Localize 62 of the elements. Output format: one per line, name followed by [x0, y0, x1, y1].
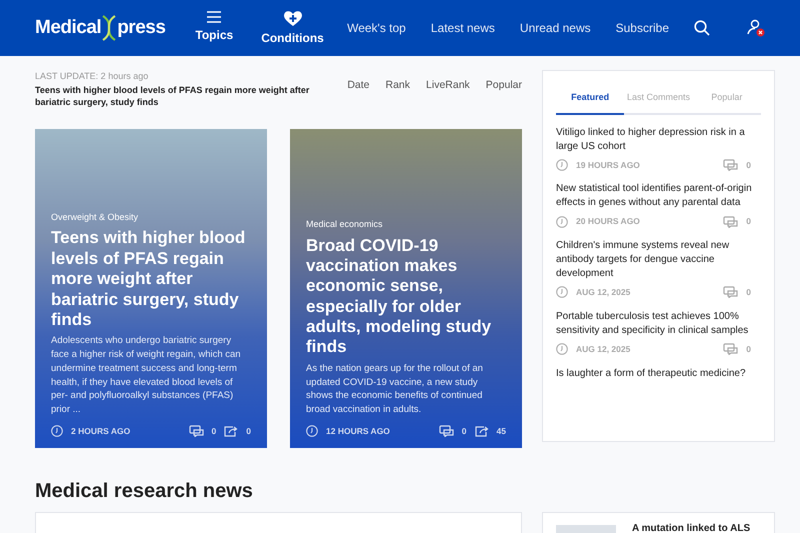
sort-link[interactable]: Rank [386, 78, 410, 109]
comments-icon [723, 343, 738, 356]
comments-icon [723, 286, 738, 298]
last-update-label: LAST UPDATE: 2 hours ago [35, 70, 150, 83]
article-summary: As the nation gears up for the rollout of an updated COVID-19 vaccine, a new study shows the economic benefits of continued broad vaccination in adults. [306, 362, 484, 417]
comments-icon [438, 425, 454, 438]
sort-link[interactable]: LiveRank [426, 78, 470, 109]
category-label: Overweight & Obesity [51, 210, 140, 224]
story-link[interactable]: Is laughter a form of therapeutic medicine? [556, 366, 761, 380]
article-card[interactable] [35, 128, 267, 448]
story-link[interactable]: Portable tuberculosis test achieves 100% sensitivity and specificity in clinical samples [556, 310, 761, 338]
nav-link[interactable]: Subscribe [616, 19, 669, 37]
clock-icon [51, 425, 63, 438]
time-label: 12 HOURS AGO [326, 424, 390, 438]
comment-count: 0 [746, 158, 751, 172]
story-link[interactable]: A mutation linked to ALS [632, 520, 750, 533]
clock-icon [306, 425, 318, 438]
time-label: 20 HOURS AGO [576, 215, 640, 228]
comment-count: 0 [746, 215, 751, 228]
comment-count: 0 [746, 286, 751, 299]
sort-link[interactable]: Date [347, 78, 370, 109]
story-link[interactable]: Children's immune systems reveal new antibody targets for dengue vaccine development [556, 239, 761, 281]
comment-count: 0 [746, 342, 751, 356]
sort-link[interactable]: Popular [486, 78, 522, 109]
share-icon [224, 425, 238, 438]
conditions-button[interactable]: Conditions [261, 10, 324, 46]
clock-icon [556, 286, 568, 298]
search-icon [694, 20, 710, 36]
share-icon [474, 425, 489, 438]
sidebar-tab[interactable]: Featured [556, 85, 624, 114]
story-link[interactable]: Vitiligo linked to higher depression risk in a large US cohort [556, 126, 761, 154]
logo[interactable]: Medical press [35, 14, 166, 42]
section-heading: Medical research news [35, 478, 254, 504]
nav-link[interactable]: Unread news [520, 19, 591, 37]
dna-icon [101, 15, 118, 41]
category-label: Medical economics [306, 218, 384, 232]
nav-link[interactable]: Week's top [347, 19, 406, 37]
topics-button[interactable]: Topics [195, 10, 234, 46]
article-summary: Adolescents who undergo bariatric surgery face a higher risk of weight regain, which can undermine treatment success and long-term health, if they have elevated blood levels of per- and polyfluoroalkyl substances (PFAS) prior ... [51, 334, 242, 417]
clock-icon [556, 158, 568, 171]
article-card[interactable] [290, 128, 522, 448]
comment-count: 0 [462, 424, 467, 438]
time-label: 19 HOURS AGO [576, 158, 640, 172]
menu-icon [206, 10, 222, 24]
article-title: Broad COVID-19 vaccination makes economic sense, especially for older adults, modeling study finds [306, 236, 492, 358]
time-label: 2 HOURS AGO [71, 424, 130, 438]
comment-count: 0 [212, 424, 216, 438]
nav-link[interactable]: Latest news [430, 19, 495, 37]
comments-icon [723, 216, 738, 228]
story-link[interactable]: New statistical tool identifies parent-of-origin effects in genes without any parental data [556, 182, 761, 210]
time-label: AUG 12, 2025 [576, 342, 630, 356]
share-count: 0 [246, 424, 251, 438]
headline-link[interactable]: Teens with higher blood levels of PFAS regain more weight after bariatric surgery, study finds [35, 84, 335, 109]
article-title: Teens with higher blood levels of PFAS regain more weight after bariatric surgery, study finds [51, 228, 246, 330]
heart-plus-icon [282, 10, 303, 26]
clock-icon [556, 343, 568, 356]
time-label: AUG 12, 2025 [576, 286, 630, 299]
comments-icon [188, 425, 204, 438]
share-count: 45 [496, 424, 506, 438]
user-icon [747, 18, 765, 37]
clock-icon [556, 216, 568, 228]
comments-icon [723, 158, 738, 171]
